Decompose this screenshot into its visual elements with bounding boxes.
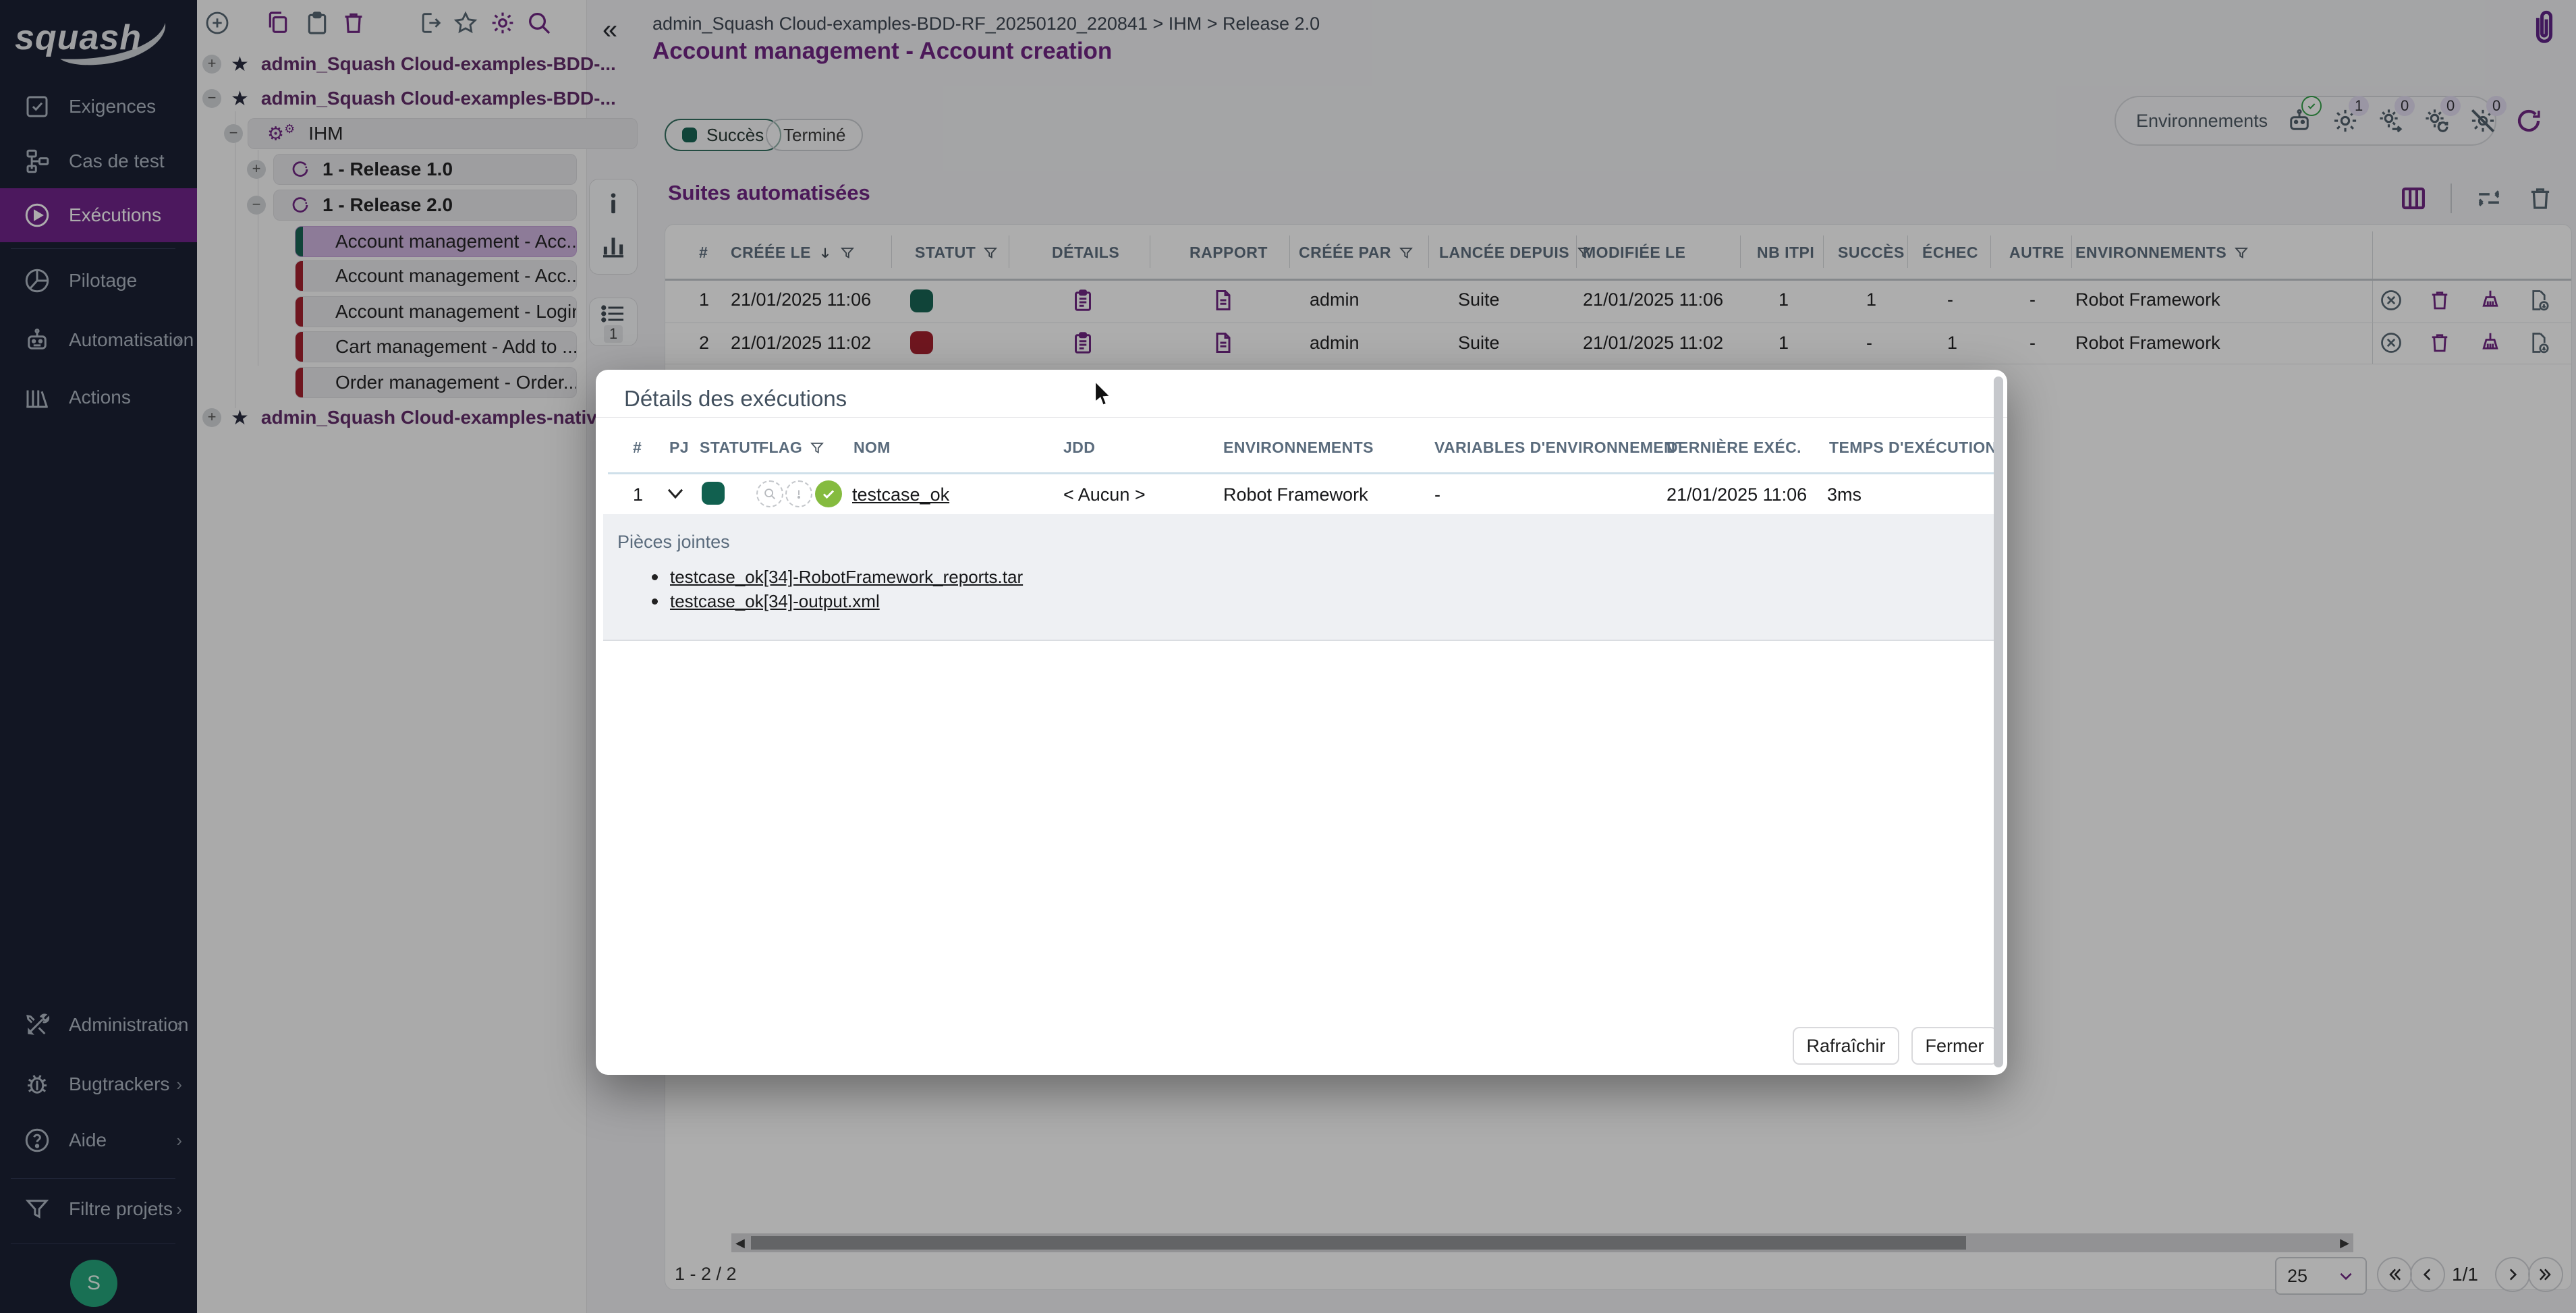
modal-header-rule	[608, 472, 1995, 474]
mcol-header-env-vars: VARIABLES D'ENVIRONNEMENT	[1434, 439, 1685, 456]
mcol-header-num: #	[633, 439, 642, 456]
attachments-panel: Pièces jointes testcase_ok[34]-RobotFram…	[603, 514, 1996, 641]
refresh-button[interactable]: Rafraîchir	[1793, 1027, 1899, 1065]
dialog-title-divider	[596, 417, 2007, 418]
mcell-environments: Robot Framework	[1223, 484, 1368, 505]
mcol-header-last-exec: DERNIÈRE EXÉC.	[1667, 439, 1801, 456]
mcol-header-flag[interactable]: FLAG	[759, 439, 825, 457]
attachment-item[interactable]: testcase_ok[34]-RobotFramework_reports.t…	[652, 567, 1023, 588]
mcell-env-vars: -	[1434, 484, 1440, 505]
success-check-icon	[815, 480, 842, 507]
mcell-num: 1	[633, 484, 644, 505]
mouse-cursor	[1093, 381, 1116, 410]
mcell-exec-time: 3ms	[1827, 484, 1862, 505]
modal-scrollbar[interactable]	[1994, 376, 2003, 1067]
mcol-header-exec-time: TEMPS D'EXÉCUTION	[1829, 439, 1997, 456]
mcol-header-environments: ENVIRONNEMENTS	[1223, 439, 1374, 456]
mcol-header-pj: PJ	[669, 439, 689, 456]
expand-attachments-chevron-icon[interactable]	[665, 486, 685, 502]
filter-funnel-icon[interactable]	[809, 440, 825, 456]
bullet-icon	[652, 598, 658, 605]
close-button[interactable]: Fermer	[1911, 1027, 1998, 1065]
mcell-jdd: < Aucun >	[1063, 484, 1146, 505]
warning-disabled-icon	[785, 480, 812, 507]
mcell-last-exec: 21/01/2025 11:06	[1667, 484, 1808, 505]
attachment-link[interactable]: testcase_ok[34]-RobotFramework_reports.t…	[670, 567, 1023, 588]
attachments-title: Pièces jointes	[617, 532, 730, 552]
attachment-link[interactable]: testcase_ok[34]-output.xml	[670, 591, 880, 612]
testcase-link[interactable]: testcase_ok	[852, 484, 949, 505]
mcol-header-jdd: JDD	[1063, 439, 1096, 456]
dialog-title: Détails des exécutions	[624, 386, 847, 411]
mcol-header-name: NOM	[853, 439, 891, 456]
mcol-header-label: FLAG	[759, 439, 803, 456]
execution-details-dialog: Détails des exécutions # PJ STATUT FLAG …	[596, 370, 2007, 1075]
search-disabled-icon	[756, 480, 783, 507]
mcol-header-status: STATUT	[700, 439, 760, 456]
modal-status-square-success	[702, 482, 725, 505]
attachment-item[interactable]: testcase_ok[34]-output.xml	[652, 591, 880, 612]
bullet-icon	[652, 574, 658, 580]
